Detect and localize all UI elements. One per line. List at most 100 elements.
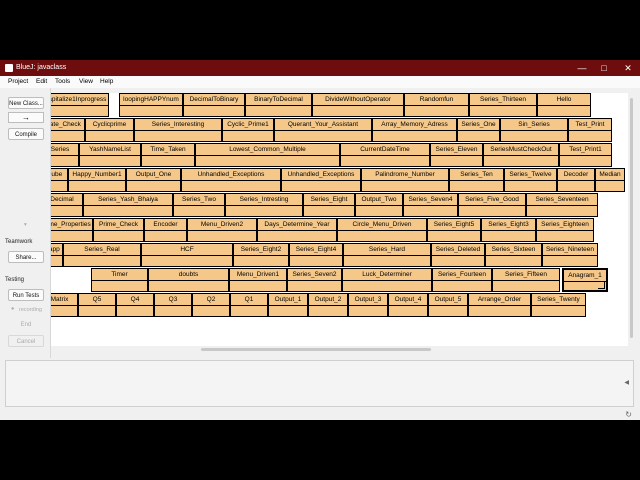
class-box[interactable]: Circle_Menu_Driven [337,218,427,242]
class-box[interactable]: Time_Properties [51,218,93,242]
class-box[interactable]: Series_Twenty [531,293,586,317]
refresh-icon[interactable]: ↻ [625,410,632,419]
class-box[interactable]: Q1 [230,293,268,317]
class-box[interactable]: Test_Print [568,118,612,142]
class-box[interactable]: Series_Deleted [431,243,485,267]
end-button[interactable]: End [8,319,44,331]
class-box[interactable]: Happy_Number1 [68,168,126,192]
class-box[interactable]: Series_Eleven [430,143,483,167]
class-box[interactable]: Series_Hard [343,243,431,267]
vertical-scroll-thumb[interactable] [630,98,633,338]
menu-help[interactable]: Help [100,78,113,85]
vertical-scrollbar[interactable] [628,93,634,346]
class-box[interactable]: Sin_Series [500,118,568,142]
class-box[interactable]: Cube [51,168,68,192]
maximize-button[interactable]: □ [596,62,612,74]
class-box[interactable]: Anagram_1 [562,268,608,292]
class-box[interactable]: Luck_Determiner [342,268,432,292]
class-box[interactable]: Cyclicprime [85,118,134,142]
class-box[interactable]: Series_Sixteen [485,243,542,267]
class-box[interactable]: Capitalize1Inprogress [51,93,109,117]
menu-project[interactable]: Project [8,78,28,85]
horizontal-scroll-thumb[interactable] [201,348,431,351]
class-diagram-canvas[interactable]: Capitalize1Inprogress loopingHAPPYnum Deci… [51,93,628,346]
class-box[interactable]: Series_Two [173,193,225,217]
class-box[interactable]: Q2 [192,293,230,317]
class-box[interactable]: Output_2 [308,293,348,317]
resize-handle-icon[interactable] [598,282,605,289]
class-box[interactable]: Series_Seven4 [403,193,458,217]
class-box[interactable]: Encoder [144,218,187,242]
class-box[interactable]: Series_Eight2 [233,243,289,267]
class-box[interactable]: Querant_Your_Assistant [274,118,372,142]
cancel-button[interactable]: Cancel [8,335,44,347]
class-box[interactable]: Series_Fifteen [492,268,560,292]
class-box[interactable]: Date_Check [51,118,85,142]
compile-button[interactable]: Compile [8,128,44,140]
class-box[interactable]: Timer [91,268,148,292]
collapse-chevron-icon[interactable]: ▾ [24,222,27,228]
class-box[interactable]: Series_Seventeen [526,193,598,217]
class-box[interactable]: Q4 [116,293,154,317]
class-box[interactable]: Output_Two [355,193,403,217]
run-tests-button[interactable]: Run Tests [8,289,44,301]
class-box[interactable]: Output_4 [388,293,428,317]
class-box[interactable]: Decoder [557,168,595,192]
class-box[interactable]: Days_Determine_Year [257,218,337,242]
class-box[interactable]: Median [595,168,625,192]
class-box[interactable]: DecimalToBinary [183,93,245,117]
class-box[interactable]: Menu_Driven2 [187,218,257,242]
class-box[interactable]: Series_Seven2 [287,268,342,292]
uses-arrow-button[interactable]: → [8,112,44,123]
class-box[interactable]: doubts [148,268,229,292]
close-button[interactable]: ✕ [620,62,636,74]
class-box[interactable]: Series_Thirteen [469,93,537,117]
class-box[interactable]: Unhandled_Exceptions [181,168,281,192]
class-box[interactable]: DivideWithoutOperator [312,93,404,117]
class-box[interactable]: Series_Eight5 [427,218,481,242]
class-box[interactable]: Series_Twelve [504,168,557,192]
class-box[interactable]: Happ [51,243,63,267]
class-box[interactable]: Output_5 [428,293,468,317]
class-box[interactable]: Series_Eight [303,193,355,217]
class-box[interactable]: Randomfun [404,93,469,117]
class-box[interactable]: Series_Fourteen [432,268,492,292]
class-box[interactable]: CurrentDateTime [340,143,430,167]
class-box[interactable]: Output_One [126,168,181,192]
class-box[interactable]: Series_One [457,118,500,142]
class-box[interactable]: Series_Five_Good [458,193,526,217]
class-box[interactable]: BinaryToDecimal [245,93,312,117]
class-box[interactable]: Q5 [78,293,116,317]
class-box[interactable]: Test_Print1 [559,143,612,167]
class-box[interactable]: Hello [537,93,591,117]
class-box[interactable]: Series_Interesting [134,118,222,142]
class-box[interactable]: Time_Taken [141,143,195,167]
class-box[interactable]: SeriesMustCheckOut [483,143,559,167]
object-bench[interactable]: ◀ [5,360,634,407]
class-box[interactable]: Output_1 [268,293,308,317]
class-box[interactable]: Q3 [154,293,192,317]
class-box[interactable]: YashNameList [79,143,141,167]
class-box[interactable]: Series_Ten [449,168,504,192]
class-box[interactable]: Palindrome_Number [361,168,449,192]
share-button[interactable]: Share... [8,251,44,263]
menu-view[interactable]: View [79,78,93,85]
class-box[interactable]: Arrange_Order [468,293,531,317]
class-box[interactable]: loopingHAPPYnum [119,93,183,117]
class-box[interactable]: Series [51,143,79,167]
class-box[interactable]: Series_Nineteen [542,243,598,267]
class-box[interactable]: Series_Real [63,243,141,267]
class-box[interactable]: Lowest_Common_Multiple [195,143,340,167]
bench-scroll-icon[interactable]: ◀ [624,379,629,386]
class-box[interactable]: Menu_Driven1 [229,268,287,292]
class-box[interactable]: Unhandled_Exceptions [281,168,361,192]
class-box[interactable]: Prime_Check [93,218,144,242]
menu-edit[interactable]: Edit [36,78,47,85]
new-class-button[interactable]: New Class... [8,97,44,109]
class-box[interactable]: Decimal [51,193,83,217]
class-box[interactable]: Output_3 [348,293,388,317]
class-box[interactable]: Series_Eight3 [481,218,536,242]
class-box[interactable]: Series_Yash_Bhaiya [83,193,173,217]
class-box[interactable]: Matrix [51,293,78,317]
horizontal-scrollbar[interactable] [51,347,628,352]
